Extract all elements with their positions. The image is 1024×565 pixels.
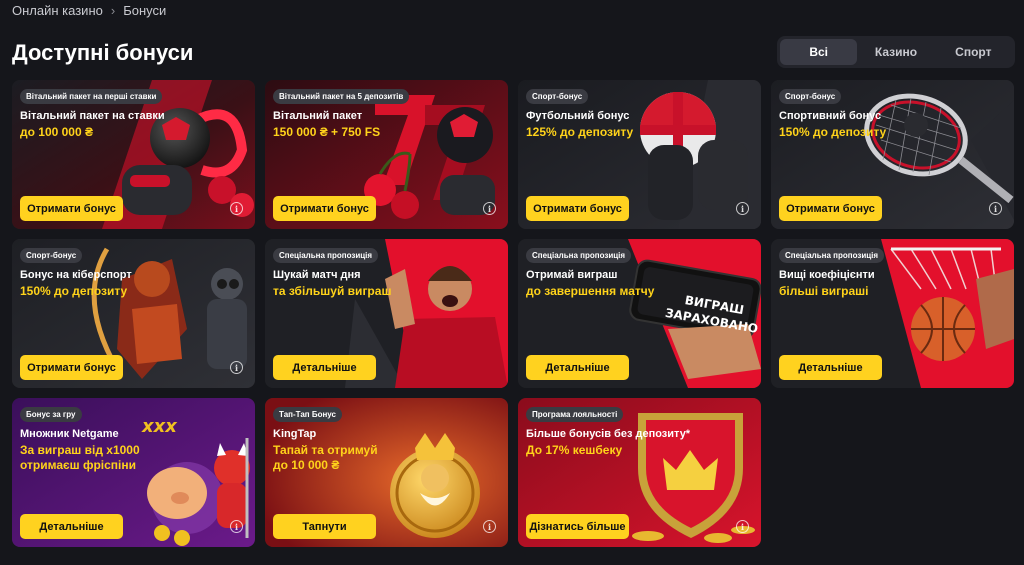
details-button[interactable]: Детальніше: [526, 355, 629, 380]
bonus-highlight: та збільшуй виграш: [273, 284, 392, 298]
bonus-highlight-line-2: отримаєш фріспіни: [20, 458, 137, 472]
get-bonus-button[interactable]: Отримати бонус: [20, 196, 123, 221]
filter-casino[interactable]: Казино: [857, 39, 934, 65]
bonus-grid: Вітальний пакет на перші ставки Вітальни…: [12, 80, 1014, 547]
bonus-highlight: до 100 000 ₴: [20, 125, 93, 139]
bonus-card-loyalty[interactable]: Програма лояльності Більше бонусів без д…: [518, 398, 761, 547]
bonus-card-netgame-multiplier[interactable]: xxx Бонус за гру Множник Netgame За вигр…: [12, 398, 255, 547]
bonus-tag: Тап-Тап Бонус: [273, 407, 342, 422]
bonus-highlight: 125% до депозиту: [526, 125, 634, 139]
page-title: Доступні бонуси: [12, 40, 194, 65]
bonus-title: Більше бонусів без депозиту*: [526, 428, 691, 440]
bonus-card-esports[interactable]: Спорт-бонус Бонус на кіберспорт 150% до …: [12, 239, 255, 388]
learn-more-button[interactable]: Дізнатись більше: [526, 514, 629, 539]
bonus-title: KingTap: [273, 428, 317, 440]
details-button[interactable]: Детальніше: [273, 355, 376, 380]
bonus-tag: Спорт-бонус: [20, 248, 83, 263]
bonus-card-sport[interactable]: Спорт-бонус Спортивний бонус 150% до деп…: [771, 80, 1014, 229]
bonus-title: Множник Netgame: [20, 428, 119, 440]
bonus-tag: Вітальний пакет на перші ставки: [20, 89, 163, 104]
bonus-highlight: 150% до депозиту: [20, 284, 128, 298]
bonus-highlight: 150 000 ₴ + 750 FS: [273, 125, 381, 139]
bonus-card-welcome-bets[interactable]: Вітальний пакет на перші ставки Вітальни…: [12, 80, 255, 229]
info-icon[interactable]: i: [736, 202, 749, 215]
bonus-highlight: більші виграші: [779, 284, 869, 298]
bonus-tag: Спорт-бонус: [526, 89, 589, 104]
bonus-card-match-of-day[interactable]: Спеціальна пропозиція Шукай матч дня та …: [265, 239, 508, 388]
bonus-title: Вітальний пакет на ставки: [20, 110, 165, 122]
bonus-title: Бонус на кіберспорт: [20, 269, 132, 281]
bonus-highlight: Тапай та отримуй до 10 000 ₴: [273, 443, 378, 473]
breadcrumb: Онлайн казино › Бонуси: [12, 3, 166, 18]
bonus-title: Вітальний пакет: [273, 110, 363, 122]
bonus-title: Шукай матч дня: [273, 269, 361, 281]
bonus-title: Отримай виграш: [526, 269, 618, 281]
info-icon[interactable]: i: [989, 202, 1002, 215]
info-icon[interactable]: i: [230, 202, 243, 215]
bonus-card-higher-odds[interactable]: Спеціальна пропозиція Вищі коефіцієнти б…: [771, 239, 1014, 388]
filter-all[interactable]: Всі: [780, 39, 858, 65]
bonus-title: Спортивний бонус: [779, 110, 882, 122]
bonus-highlight: За виграш від х1000 отримаєш фріспіни: [20, 443, 140, 473]
info-icon[interactable]: i: [736, 520, 749, 533]
bonus-highlight-line-1: Тапай та отримуй: [273, 443, 378, 457]
multiplier-decoration: xxx: [142, 416, 177, 437]
info-icon[interactable]: i: [230, 361, 243, 374]
bonus-highlight: 150% до депозиту: [779, 125, 887, 139]
chevron-right-icon: ›: [110, 3, 116, 18]
bonus-card-early-payout[interactable]: Спеціальна пропозиція Отримай виграш до …: [518, 239, 761, 388]
bonus-highlight: до завершення матчу: [526, 284, 655, 298]
breadcrumb-home-link[interactable]: Онлайн казино: [12, 3, 103, 18]
get-bonus-button[interactable]: Отримати бонус: [20, 355, 123, 380]
bonus-title: Вищі коефіцієнти: [779, 269, 875, 281]
bonus-highlight-line-1: За виграш від х1000: [20, 443, 140, 457]
bonus-tag: Спеціальна пропозиція: [779, 248, 885, 263]
info-icon[interactable]: i: [483, 520, 496, 533]
bonus-title: Футбольний бонус: [526, 110, 630, 122]
bonus-tag: Спеціальна пропозиція: [526, 248, 632, 263]
bonus-tag: Бонус за гру: [20, 407, 82, 422]
get-bonus-button[interactable]: Отримати бонус: [779, 196, 882, 221]
bonus-tag: Спеціальна пропозиція: [273, 248, 379, 263]
bonus-card-kingtap[interactable]: Тап-Тап Бонус KingTap Тапай та отримуй д…: [265, 398, 508, 547]
get-bonus-button[interactable]: Отримати бонус: [526, 196, 629, 221]
details-button[interactable]: Детальніше: [779, 355, 882, 380]
bonus-filter: Всі Казино Спорт: [777, 36, 1015, 68]
bonus-card-football[interactable]: Спорт-бонус Футбольний бонус 125% до деп…: [518, 80, 761, 229]
bonus-tag: Спорт-бонус: [779, 89, 842, 104]
bonus-tag: Вітальний пакет на 5 депозитів: [273, 89, 410, 104]
breadcrumb-current: Бонуси: [123, 3, 167, 18]
bonus-tag: Програма лояльності: [526, 407, 624, 422]
bonus-highlight: До 17% кешбеку: [526, 443, 623, 457]
tap-button[interactable]: Тапнути: [273, 514, 376, 539]
info-icon[interactable]: i: [483, 202, 496, 215]
filter-sport[interactable]: Спорт: [935, 39, 1012, 65]
bonus-card-welcome-deposits[interactable]: Вітальний пакет на 5 депозитів Вітальний…: [265, 80, 508, 229]
bonus-highlight-line-2: до 10 000 ₴: [273, 458, 340, 472]
info-icon[interactable]: i: [230, 520, 243, 533]
get-bonus-button[interactable]: Отримати бонус: [273, 196, 376, 221]
details-button[interactable]: Детальніше: [20, 514, 123, 539]
